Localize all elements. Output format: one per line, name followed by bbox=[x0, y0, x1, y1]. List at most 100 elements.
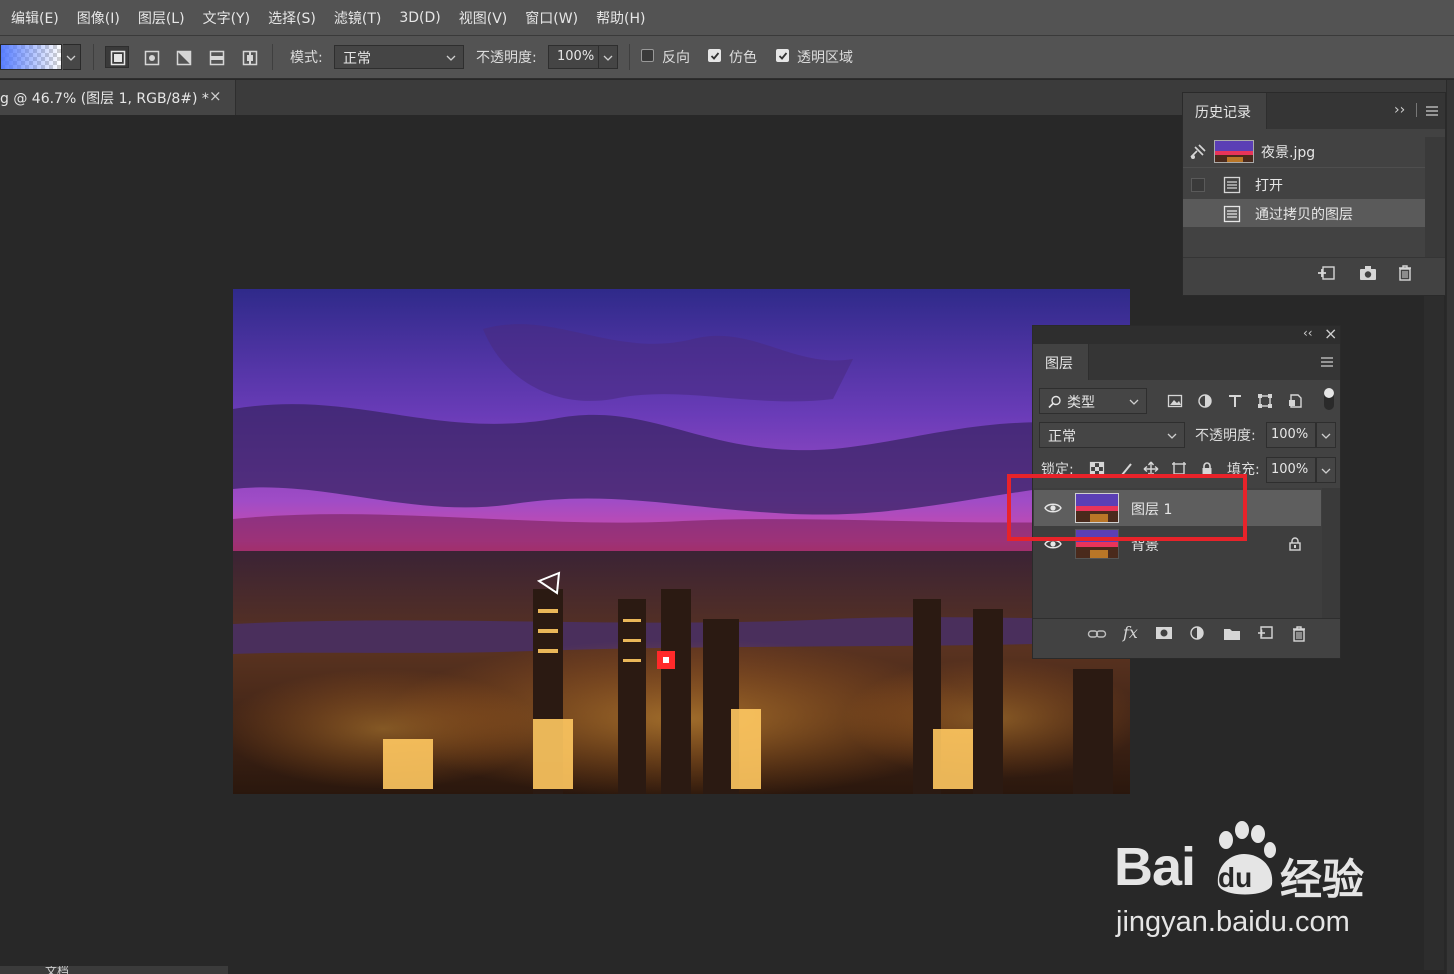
checkmark-icon bbox=[778, 52, 788, 60]
transparency-checkbox[interactable] bbox=[776, 49, 789, 62]
reverse-label: 反向 bbox=[662, 50, 690, 66]
menu-edit[interactable]: 编辑(E) bbox=[0, 8, 68, 28]
new-layer-icon[interactable] bbox=[1257, 625, 1275, 643]
panel-menu-icon[interactable] bbox=[1320, 357, 1334, 367]
camera-icon[interactable] bbox=[1358, 264, 1378, 282]
diamond-gradient-icon bbox=[242, 50, 258, 66]
gradient-swatch[interactable] bbox=[0, 44, 62, 70]
history-source-checkbox[interactable] bbox=[1191, 178, 1205, 192]
history-state-icon bbox=[1223, 176, 1241, 194]
menu-bar: 编辑(E) 图像(I) 图层(L) 文字(Y) 选择(S) 滤镜(T) 3D(D… bbox=[0, 0, 1454, 36]
new-adjustment-layer-icon[interactable] bbox=[1189, 625, 1207, 643]
history-source-checkbox[interactable] bbox=[1191, 207, 1205, 221]
menu-window[interactable]: 窗口(W) bbox=[516, 8, 587, 28]
layer-opacity-label: 不透明度: bbox=[1195, 428, 1256, 444]
mode-select[interactable]: 正常 bbox=[334, 45, 464, 69]
options-bar: 模式: 正常 不透明度: 100% 反向 仿色 透明区域 bbox=[0, 36, 1454, 79]
radial-gradient-button[interactable] bbox=[139, 46, 163, 68]
reverse-checkbox[interactable] bbox=[641, 49, 654, 62]
checkmark-icon bbox=[710, 52, 720, 60]
fill-dropdown[interactable] bbox=[1316, 457, 1336, 483]
fill-field[interactable]: 100% bbox=[1266, 457, 1316, 483]
shape-layer-filter-icon[interactable] bbox=[1257, 393, 1273, 409]
tab-layers[interactable]: 图层 bbox=[1033, 344, 1089, 380]
menu-help[interactable]: 帮助(H) bbox=[587, 8, 654, 28]
new-document-from-state-icon[interactable] bbox=[1317, 264, 1337, 282]
opacity-value: 100% bbox=[557, 49, 595, 64]
chevron-down-icon bbox=[446, 55, 456, 61]
divider bbox=[93, 44, 94, 70]
diamond-gradient-button[interactable] bbox=[237, 46, 261, 68]
menu-type[interactable]: 文字(Y) bbox=[194, 8, 259, 28]
angle-gradient-button[interactable] bbox=[171, 46, 195, 68]
dither-label: 仿色 bbox=[729, 50, 757, 66]
adjustment-layer-filter-icon[interactable] bbox=[1197, 393, 1213, 409]
opacity-dropdown[interactable] bbox=[598, 45, 618, 69]
divider bbox=[1033, 618, 1340, 619]
layer-opacity-field[interactable]: 100% bbox=[1266, 422, 1316, 448]
expand-panel-icon[interactable]: ›› bbox=[1394, 102, 1405, 118]
filter-toggle-knob bbox=[1324, 388, 1334, 398]
lock-icon bbox=[1289, 537, 1301, 551]
layer-filter-select[interactable]: 类型 bbox=[1039, 388, 1147, 414]
history-scrollbar[interactable] bbox=[1425, 137, 1445, 257]
menu-select[interactable]: 选择(S) bbox=[259, 8, 325, 28]
menu-image[interactable]: 图像(I) bbox=[68, 8, 129, 28]
trash-icon[interactable] bbox=[1396, 264, 1414, 282]
transparency-label: 透明区域 bbox=[797, 50, 853, 66]
folder-icon[interactable] bbox=[1223, 626, 1241, 642]
snapshot-name: 夜景.jpg bbox=[1261, 145, 1316, 161]
smart-object-filter-icon[interactable] bbox=[1287, 393, 1303, 409]
radial-gradient-icon bbox=[144, 50, 160, 66]
blend-mode-select[interactable]: 正常 bbox=[1039, 422, 1185, 448]
watermark-url: jingyan.baidu.com bbox=[1116, 906, 1350, 938]
opacity-label: 不透明度: bbox=[476, 50, 537, 66]
history-step-open[interactable]: 打开 bbox=[1183, 170, 1425, 198]
night-cityscape-photo bbox=[233, 289, 1130, 794]
layers-panel-header-strip: ‹‹ × bbox=[1033, 324, 1340, 344]
document-tab-title: g @ 46.7% (图层 1, RGB/8#) * bbox=[0, 91, 209, 107]
trash-icon[interactable] bbox=[1290, 625, 1308, 643]
menu-3d[interactable]: 3D(D) bbox=[390, 10, 449, 26]
menu-layer[interactable]: 图层(L) bbox=[129, 8, 194, 28]
menu-view[interactable]: 视图(V) bbox=[450, 8, 517, 28]
history-state-icon bbox=[1223, 205, 1241, 223]
type-layer-filter-icon[interactable] bbox=[1227, 393, 1243, 409]
dither-checkbox[interactable] bbox=[708, 49, 721, 62]
link-layers-icon[interactable] bbox=[1087, 626, 1107, 642]
gradient-picker-dropdown[interactable] bbox=[63, 44, 81, 70]
document-tab[interactable]: g @ 46.7% (图层 1, RGB/8#) * × bbox=[0, 80, 236, 115]
panel-menu-icon[interactable] bbox=[1425, 106, 1439, 116]
baidu-jingyan-watermark: Bai du 经验 jingyan.baidu.com bbox=[1114, 818, 1414, 948]
chevron-down-icon bbox=[603, 55, 613, 61]
filter-toggle-switch[interactable] bbox=[1324, 388, 1334, 410]
add-mask-icon[interactable] bbox=[1155, 625, 1173, 641]
close-tab-icon[interactable]: × bbox=[209, 87, 222, 105]
close-panel-icon[interactable]: × bbox=[1324, 324, 1337, 343]
history-snapshot-row[interactable]: 夜景.jpg bbox=[1183, 137, 1425, 165]
pixel-layer-filter-icon[interactable] bbox=[1167, 393, 1183, 409]
layers-scrollbar[interactable] bbox=[1322, 488, 1340, 618]
panel-dock-edge bbox=[1446, 80, 1454, 974]
chevron-down-icon bbox=[1129, 399, 1139, 405]
watermark-brand-left: Bai bbox=[1114, 837, 1196, 897]
layer-opacity-value: 100% bbox=[1271, 427, 1309, 442]
snapshot-thumbnail bbox=[1214, 140, 1254, 163]
reflected-gradient-button[interactable] bbox=[204, 46, 228, 68]
history-step-duplicate-layer[interactable]: 通过拷贝的图层 bbox=[1183, 199, 1425, 227]
layer-effects-button[interactable]: fx bbox=[1123, 623, 1138, 642]
snapshot-thumbnail-image bbox=[1215, 141, 1253, 162]
angle-gradient-icon bbox=[176, 50, 192, 66]
canvas-image-night-city[interactable] bbox=[233, 289, 1130, 794]
divider bbox=[1416, 103, 1417, 117]
collapse-panel-icon[interactable]: ‹‹ bbox=[1303, 326, 1313, 340]
tab-history[interactable]: 历史记录 bbox=[1183, 93, 1267, 129]
layers-panel-tabbar: 图层 bbox=[1033, 344, 1340, 380]
linear-gradient-button[interactable] bbox=[105, 46, 129, 68]
chevron-down-icon bbox=[1321, 468, 1331, 474]
divider bbox=[1183, 167, 1425, 168]
chevron-down-icon bbox=[1167, 433, 1177, 439]
layer-opacity-dropdown[interactable] bbox=[1316, 422, 1336, 448]
menu-filter[interactable]: 滤镜(T) bbox=[325, 8, 390, 28]
mode-label: 模式: bbox=[290, 50, 323, 66]
